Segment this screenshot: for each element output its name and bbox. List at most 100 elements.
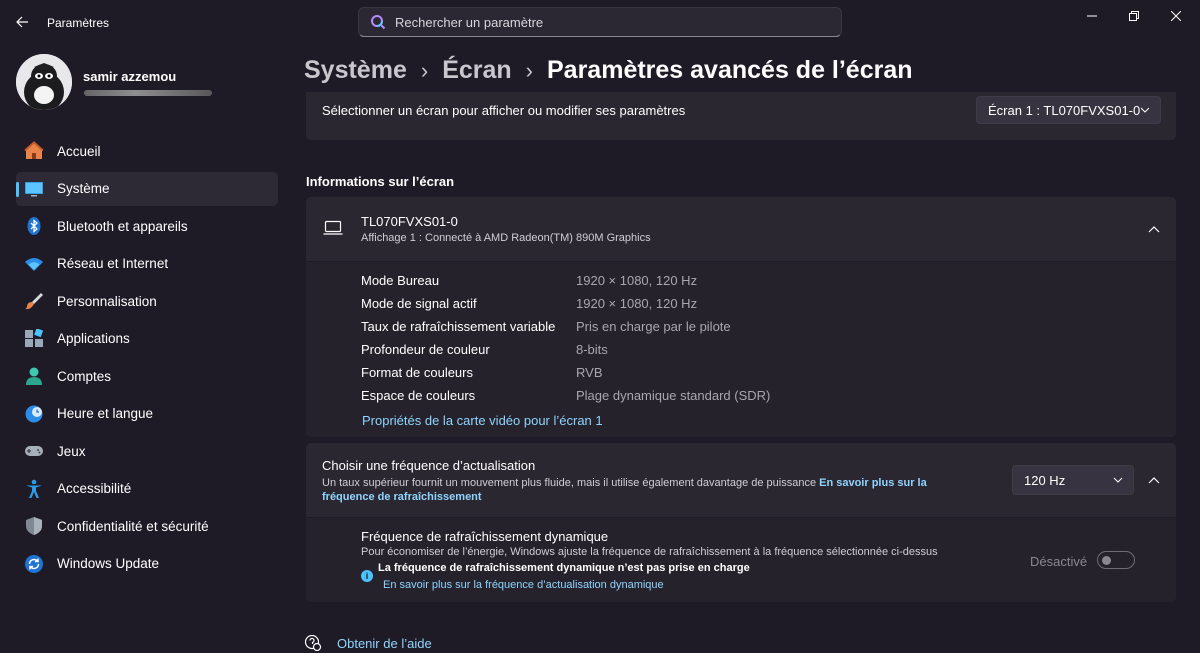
avatar[interactable] <box>16 54 72 110</box>
info-value: 8-bits <box>576 342 608 357</box>
restore-icon <box>1129 11 1139 21</box>
dynamic-refresh-card: Fréquence de rafraîchissement dynamique … <box>306 518 1176 602</box>
info-label: Espace de couleurs <box>361 388 476 403</box>
back-arrow-icon <box>16 16 28 28</box>
bluetooth-icon <box>24 216 44 236</box>
accessibility-icon <box>24 479 44 499</box>
sidebar-item-label: Personnalisation <box>57 293 157 309</box>
info-label: Format de couleurs <box>361 365 473 380</box>
sidebar-item-label: Windows Update <box>57 556 160 571</box>
sidebar-nav: Accueil Système Bluetooth et appareils R… <box>16 134 278 584</box>
refresh-rate-value: 120 Hz <box>1024 472 1066 488</box>
chevron-right-icon: › <box>420 57 429 83</box>
breadcrumb-systeme[interactable]: Système <box>304 56 407 85</box>
user-name: samir azzemou <box>83 69 177 84</box>
home-icon <box>24 141 44 161</box>
info-label: Taux de rafraîchissement variable <box>361 319 556 334</box>
chevron-up-icon[interactable] <box>1147 222 1161 236</box>
sidebar-item-label: Heure et langue <box>57 406 154 421</box>
sidebar-item-reseau[interactable]: Réseau et Internet <box>16 247 278 281</box>
sidebar-item-label: Applications <box>57 331 130 346</box>
user-email-redacted <box>84 90 212 96</box>
sidebar-item-systeme[interactable]: Système <box>16 171 278 206</box>
maximize-button[interactable] <box>1120 6 1148 26</box>
sidebar-item-confidentialite[interactable]: Confidentialité et sécurité <box>16 509 278 543</box>
adapter-properties-link[interactable]: Propriétés de la carte vidéo pour l’écra… <box>362 413 603 428</box>
get-help-link[interactable]: Obtenir de l’aide <box>304 634 432 652</box>
search-box[interactable]: Rechercher un paramètre <box>358 7 842 37</box>
info-value: Plage dynamique standard (SDR) <box>576 388 771 403</box>
sidebar-item-label: Accessibilité <box>57 481 132 496</box>
globe-clock-icon <box>24 404 44 424</box>
monitor-icon <box>24 179 44 199</box>
chevron-down-icon <box>1113 475 1123 485</box>
sidebar-item-bluetooth[interactable]: Bluetooth et appareils <box>16 209 278 243</box>
refresh-rate-dropdown[interactable]: 120 Hz <box>1012 465 1134 495</box>
sidebar-item-accessibilite[interactable]: Accessibilité <box>16 472 278 506</box>
sidebar-item-label: Bluetooth et appareils <box>57 218 188 234</box>
app-title: Paramètres <box>47 16 110 30</box>
shield-icon <box>24 516 44 536</box>
close-icon <box>1171 11 1181 21</box>
search-input[interactable]: Rechercher un paramètre <box>395 15 543 30</box>
sidebar-item-label: Accueil <box>57 143 101 159</box>
display-info-details: Mode Bureau 1920 × 1080, 120 Hz Mode de … <box>306 262 1176 437</box>
dynamic-refresh-note: La fréquence de rafraîchissement dynamiq… <box>378 562 750 574</box>
sidebar-item-windows-update[interactable]: Windows Update <box>16 547 278 581</box>
refresh-rate-title: Choisir une fréquence d’actualisation <box>322 458 536 473</box>
sidebar-item-personnalisation[interactable]: Personnalisation <box>16 284 278 318</box>
display-dropdown-value: Écran 1 : TL070FVXS01-0 <box>988 102 1141 118</box>
chevron-right-icon: › <box>525 57 533 83</box>
select-display-card: Sélectionner un écran pour afficher ou m… <box>306 92 1176 140</box>
page-title: Paramètres avancés de l’écran <box>547 56 913 84</box>
chevron-up-icon[interactable] <box>1147 473 1161 487</box>
sidebar-item-label: Comptes <box>57 368 112 384</box>
toggle-knob <box>1102 556 1111 565</box>
sidebar-item-jeux[interactable]: Jeux <box>16 434 278 468</box>
info-value: Pris en charge par le pilote <box>576 319 731 334</box>
sidebar-item-label: Confidentialité et sécurité <box>57 518 209 534</box>
gamepad-icon <box>24 441 44 461</box>
info-label: Mode Bureau <box>361 273 440 288</box>
refresh-rate-desc-text: Un taux supérieur fournit un mouvement p… <box>322 477 820 489</box>
minimize-button[interactable] <box>1078 6 1106 26</box>
title-bar: Paramètres Rechercher un paramètre <box>0 0 1200 44</box>
sidebar-item-applications[interactable]: Applications <box>16 322 278 356</box>
display-info-header[interactable]: TL070FVXS01-0 Affichage 1 : Connecté à A… <box>306 197 1176 261</box>
apps-icon <box>24 328 44 349</box>
dynamic-refresh-toggle[interactable] <box>1097 551 1135 569</box>
monitor-connection: Affichage 1 : Connecté à AMD Radeon(TM) … <box>361 232 651 244</box>
info-icon: i <box>361 570 373 582</box>
person-icon <box>24 366 44 386</box>
breadcrumb-ecran[interactable]: Écran <box>442 56 511 85</box>
back-button[interactable] <box>10 10 34 34</box>
dynamic-refresh-learn-more-link[interactable]: En savoir plus sur la fréquence d’actual… <box>383 579 664 591</box>
wifi-icon <box>24 254 44 274</box>
sidebar-item-heure-langue[interactable]: Heure et langue <box>16 397 278 431</box>
refresh-link-part2: fréquence de rafraîchissement <box>322 491 482 503</box>
help-icon <box>304 634 322 652</box>
search-copilot-icon <box>369 13 387 31</box>
refresh-link-part1: En savoir plus sur la <box>819 477 927 489</box>
breadcrumb: Système › Écran › Paramètres avancés de … <box>304 56 913 85</box>
dynamic-refresh-description: Pour économiser de l’énergie, Windows aj… <box>361 546 938 558</box>
info-value: 1920 × 1080, 120 Hz <box>576 273 698 288</box>
info-label: Mode de signal actif <box>361 296 477 311</box>
close-button[interactable] <box>1162 6 1190 26</box>
help-label: Obtenir de l’aide <box>337 635 432 651</box>
select-display-label: Sélectionner un écran pour afficher ou m… <box>322 103 686 118</box>
toggle-state-label: Désactivé <box>1030 554 1088 569</box>
chevron-down-icon <box>1140 105 1150 115</box>
sidebar-item-comptes[interactable]: Comptes <box>16 359 278 393</box>
refresh-rate-card: Choisir une fréquence d’actualisation Un… <box>306 443 1176 517</box>
update-icon <box>24 554 44 574</box>
display-dropdown[interactable]: Écran 1 : TL070FVXS01-0 <box>976 96 1161 124</box>
refresh-rate-description: Un taux supérieur fournit un mouvement p… <box>322 476 962 504</box>
sidebar-item-label: Système <box>57 181 110 196</box>
info-value: RVB <box>576 365 603 380</box>
laptop-icon <box>323 220 343 238</box>
sidebar-item-label: Jeux <box>57 443 86 459</box>
section-title: Informations sur l’écran <box>306 174 455 189</box>
sidebar-item-accueil[interactable]: Accueil <box>16 134 278 168</box>
sidebar-item-label: Réseau et Internet <box>57 256 169 271</box>
